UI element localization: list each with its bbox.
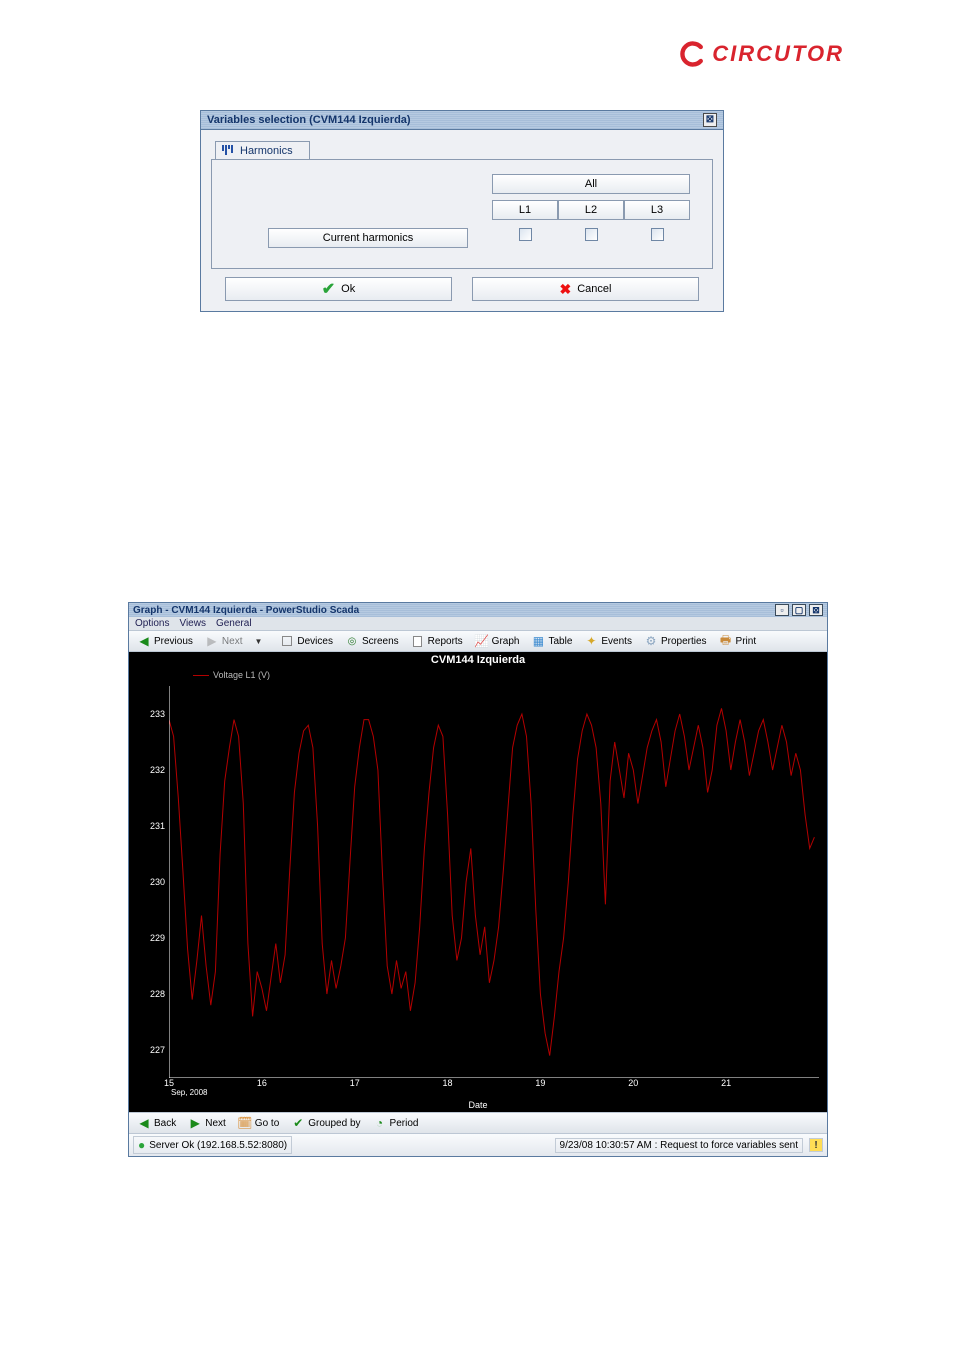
x-tick: 19 (535, 1078, 545, 1088)
previous-button[interactable]: ◀Previous (133, 633, 197, 649)
dialog-title: Variables selection (CVM144 Izquierda) (207, 114, 411, 126)
reports-button[interactable]: Reports (407, 633, 467, 649)
arrow-right-icon: ▶ (188, 1116, 202, 1130)
next-button[interactable]: ▶Next (201, 633, 247, 649)
menu-options[interactable]: Options (135, 618, 169, 629)
y-axis: 233 232 231 230 229 228 227 (129, 686, 169, 1078)
x-tick: 15 (164, 1078, 174, 1088)
status-message: 9/23/08 10:30:57 AM : Request to force v… (555, 1138, 803, 1153)
print-icon: 🖶 (719, 634, 733, 648)
screens-button[interactable]: ◎Screens (341, 633, 403, 649)
maximize-icon[interactable]: ▢ (792, 604, 806, 616)
column-l2-button[interactable]: L2 (558, 200, 624, 220)
x-axis-sublabel: Sep, 2008 (171, 1088, 207, 1097)
reports-icon (411, 634, 425, 648)
cancel-button[interactable]: ✖ Cancel (472, 277, 699, 301)
status-bar: ● Server Ok (192.168.5.52:8080) 9/23/08 … (129, 1134, 827, 1156)
column-l3-button[interactable]: L3 (624, 200, 690, 220)
y-tick: 231 (150, 821, 165, 831)
chevron-down-icon[interactable]: ▼ (254, 637, 262, 646)
menu-general[interactable]: General (216, 618, 252, 629)
period-button[interactable]: ◔Period (369, 1115, 423, 1131)
plot (169, 686, 819, 1078)
y-tick: 229 (150, 933, 165, 943)
graph-window: Graph - CVM144 Izquierda - PowerStudio S… (128, 602, 828, 1157)
graph-icon: 📈 (475, 634, 489, 648)
ok-button[interactable]: ✔ Ok (225, 277, 452, 301)
graph-button[interactable]: 📈Graph (471, 633, 524, 649)
y-tick: 232 (150, 765, 165, 775)
gear-icon: ⚙ (644, 634, 658, 648)
devices-icon (280, 634, 294, 648)
table-icon: ▦ (531, 634, 545, 648)
server-status: ● Server Ok (192.168.5.52:8080) (133, 1136, 292, 1154)
row-current-harmonics[interactable]: Current harmonics (268, 228, 468, 248)
graph-title: CVM144 Izquierda (129, 654, 827, 666)
legend-label: Voltage L1 (V) (213, 670, 270, 680)
column-l1-button[interactable]: L1 (492, 200, 558, 220)
arrow-left-icon: ◀ (137, 1116, 151, 1130)
arrow-right-icon: ▶ (205, 634, 219, 648)
toolbar: ◀Previous ▶Next ▼ Devices ◎Screens Repor… (129, 630, 827, 652)
group-icon: ✔ (291, 1116, 305, 1130)
back-button[interactable]: ◀Back (133, 1115, 180, 1131)
cancel-label: Cancel (577, 283, 611, 295)
events-button[interactable]: ✦Events (580, 633, 636, 649)
x-icon: ✖ (560, 281, 572, 298)
arrow-left-icon: ◀ (137, 634, 151, 648)
harmonics-panel: All L1 L2 L3 Current harmonics (211, 159, 713, 269)
menu-bar: Options Views General (129, 617, 827, 630)
warning-icon[interactable]: ! (809, 1138, 823, 1152)
legend: Voltage L1 (V) (193, 670, 270, 680)
close-icon[interactable]: ⊠ (809, 604, 823, 616)
x-axis: Sep, 2008 15161718192021 (169, 1078, 819, 1100)
menu-views[interactable]: Views (179, 618, 206, 629)
calendar-icon: 🗓 (238, 1116, 252, 1130)
properties-button[interactable]: ⚙Properties (640, 633, 711, 649)
x-tick: 20 (628, 1078, 638, 1088)
y-tick: 230 (150, 877, 165, 887)
y-tick: 233 (150, 709, 165, 719)
window-titlebar: Graph - CVM144 Izquierda - PowerStudio S… (129, 603, 827, 617)
x-tick: 16 (257, 1078, 267, 1088)
graph-area: CVM144 Izquierda Voltage L1 (V) V 233232… (129, 652, 827, 1112)
brand-logo-icon (678, 40, 706, 68)
minimize-icon[interactable]: ▫ (775, 604, 789, 616)
check-icon: ✔ (322, 279, 335, 299)
grouped-by-button[interactable]: ✔Grouped by (287, 1115, 364, 1131)
next-button-bottom[interactable]: ▶Next (184, 1115, 230, 1131)
table-button[interactable]: ▦Table (527, 633, 576, 649)
bars-icon (222, 145, 236, 157)
print-button[interactable]: 🖶Print (715, 633, 761, 649)
server-status-text: Server Ok (192.168.5.52:8080) (149, 1140, 287, 1151)
legend-line-icon (193, 675, 209, 676)
ok-label: Ok (341, 283, 355, 295)
brand-logo: CIRCUTOR (678, 40, 844, 68)
y-axis-label: V (117, 884, 127, 890)
period-icon: ◔ (373, 1116, 387, 1130)
y-tick: 227 (150, 1045, 165, 1055)
toolbar-bottom: ◀Back ▶Next 🗓Go to ✔Grouped by ◔Period (129, 1112, 827, 1134)
close-icon[interactable]: ⊠ (703, 113, 717, 127)
variables-selection-dialog: Variables selection (CVM144 Izquierda) ⊠… (200, 110, 724, 312)
x-tick: 17 (350, 1078, 360, 1088)
x-tick: 21 (721, 1078, 731, 1088)
dialog-titlebar: Variables selection (CVM144 Izquierda) ⊠ (201, 111, 723, 130)
x-axis-label: Date (129, 1100, 827, 1110)
screens-icon: ◎ (345, 634, 359, 648)
tab-harmonics[interactable]: Harmonics (215, 141, 310, 160)
devices-button[interactable]: Devices (276, 633, 337, 649)
y-tick: 228 (150, 989, 165, 999)
checkbox-l3[interactable] (651, 228, 664, 241)
globe-icon: ● (138, 1138, 145, 1152)
all-button[interactable]: All (492, 174, 690, 194)
tab-label: Harmonics (240, 145, 293, 157)
checkbox-l2[interactable] (585, 228, 598, 241)
window-title: Graph - CVM144 Izquierda - PowerStudio S… (133, 605, 359, 616)
brand-name: CIRCUTOR (712, 41, 844, 67)
checkbox-l1[interactable] (519, 228, 532, 241)
events-icon: ✦ (584, 634, 598, 648)
x-tick: 18 (443, 1078, 453, 1088)
goto-button[interactable]: 🗓Go to (234, 1115, 283, 1131)
